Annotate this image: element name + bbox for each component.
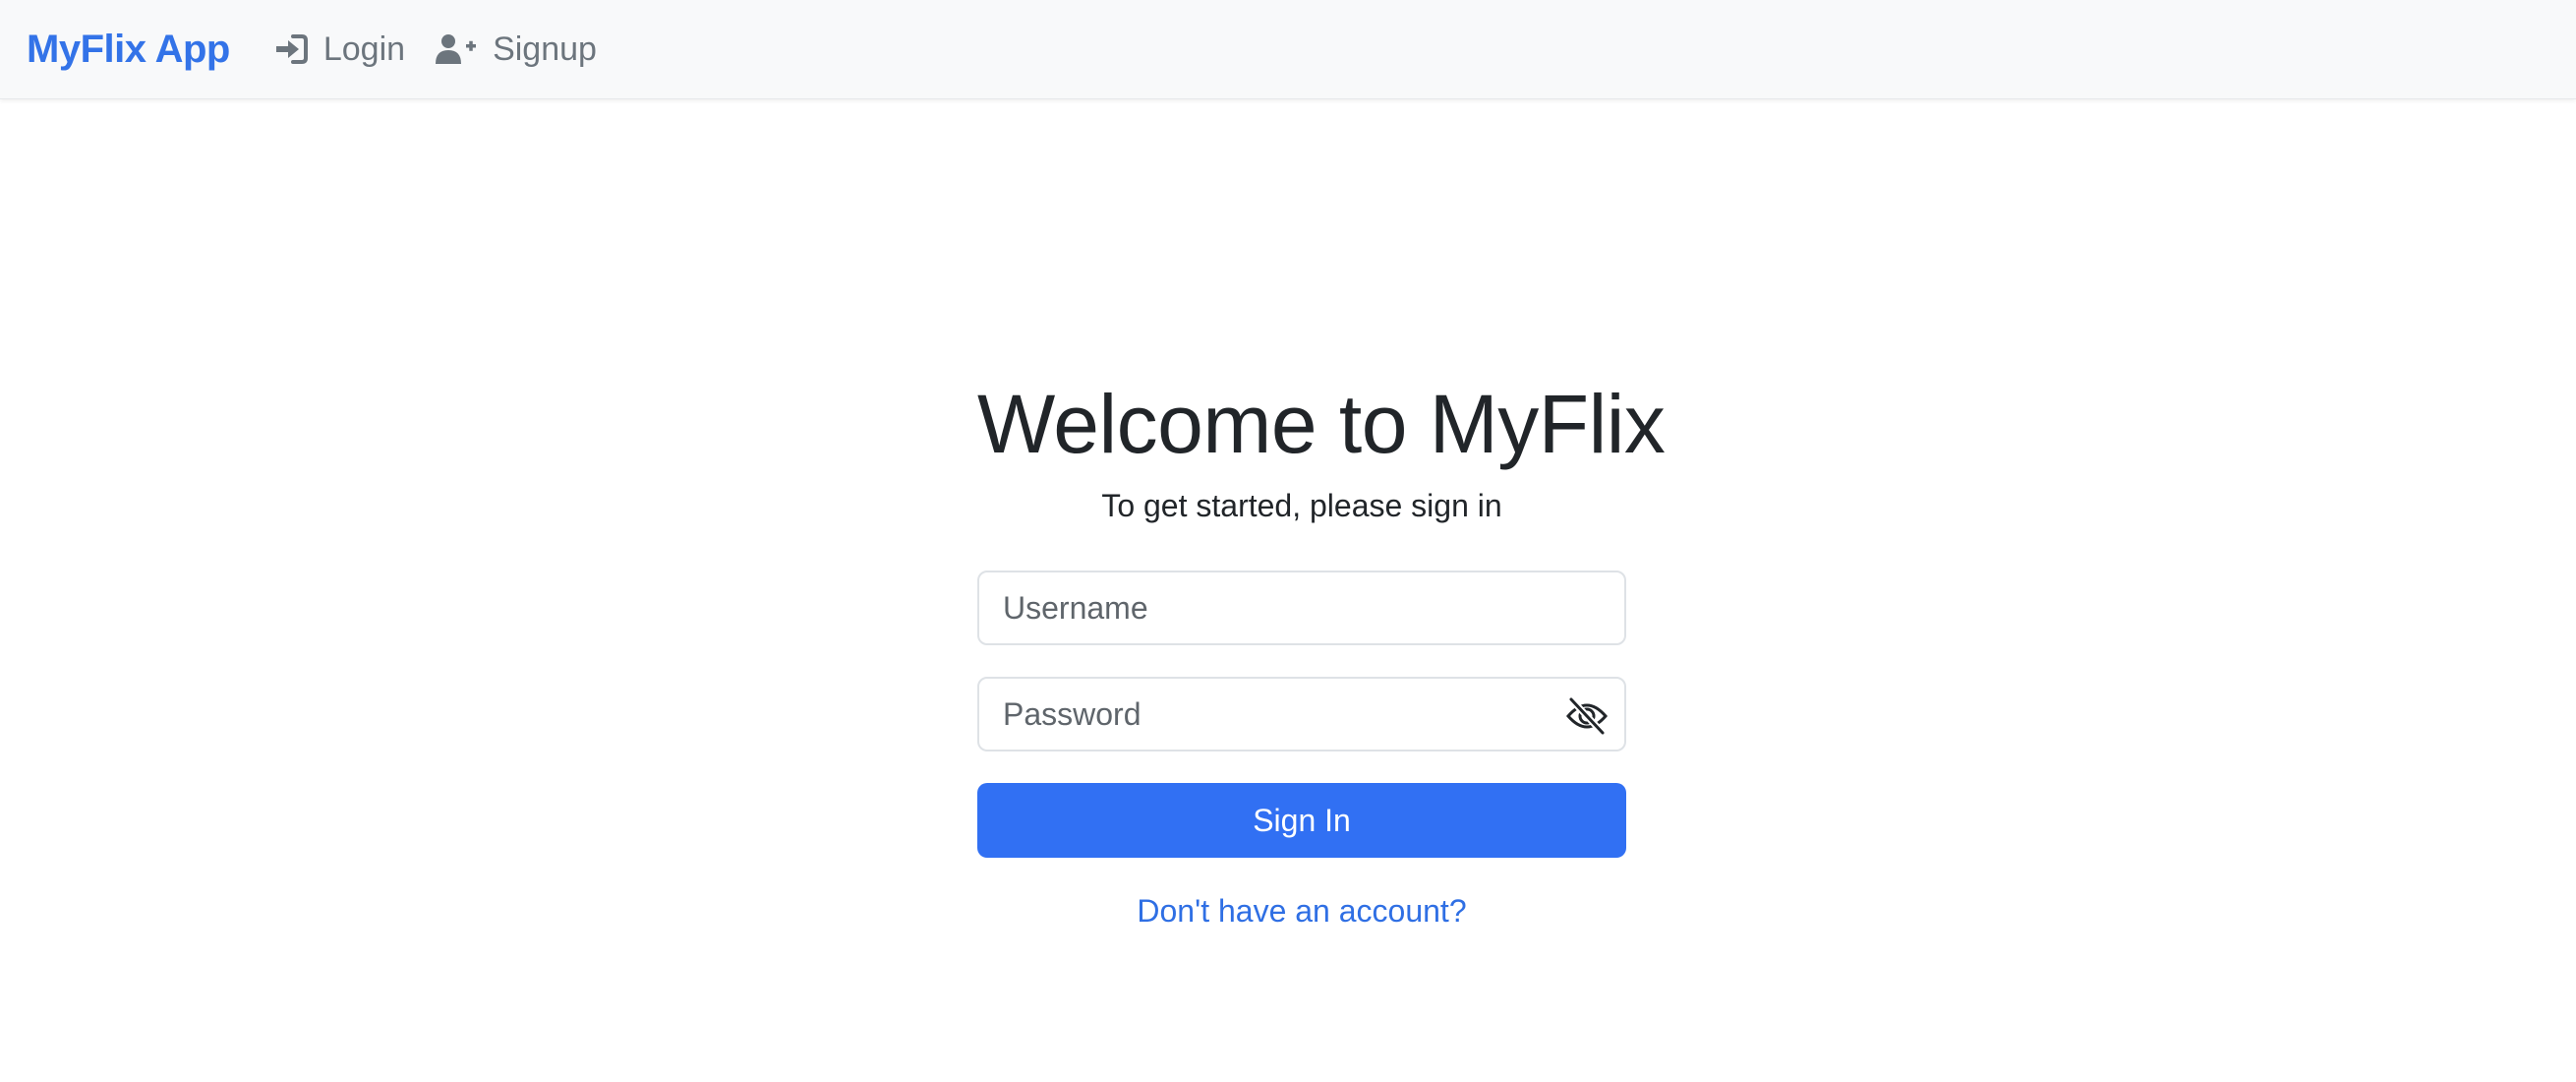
sign-in-button[interactable]: Sign In [977,783,1626,858]
password-field-container [977,677,1626,751]
signup-prompt-link[interactable]: Don't have an account? [1137,893,1466,930]
password-input[interactable] [979,679,1624,750]
nav-signup-label: Signup [493,30,597,68]
login-icon [275,34,308,64]
user-plus-icon [436,34,477,64]
nav-login-label: Login [322,30,406,68]
eye-slash-icon[interactable] [1565,696,1609,736]
nav-login-link[interactable]: Login [274,30,405,69]
nav-signup-link[interactable]: Signup [436,30,597,69]
username-input[interactable] [979,572,1624,643]
page-subtitle: To get started, please sign in [1101,488,1502,523]
brand-link[interactable]: MyFlix App [27,28,230,72]
login-form: Welcome to MyFlix To get started, please… [977,374,1666,930]
page-title: Welcome to MyFlix [977,378,1666,470]
navbar: MyFlix App Login Signup [0,0,2576,99]
username-field-container [977,571,1626,645]
